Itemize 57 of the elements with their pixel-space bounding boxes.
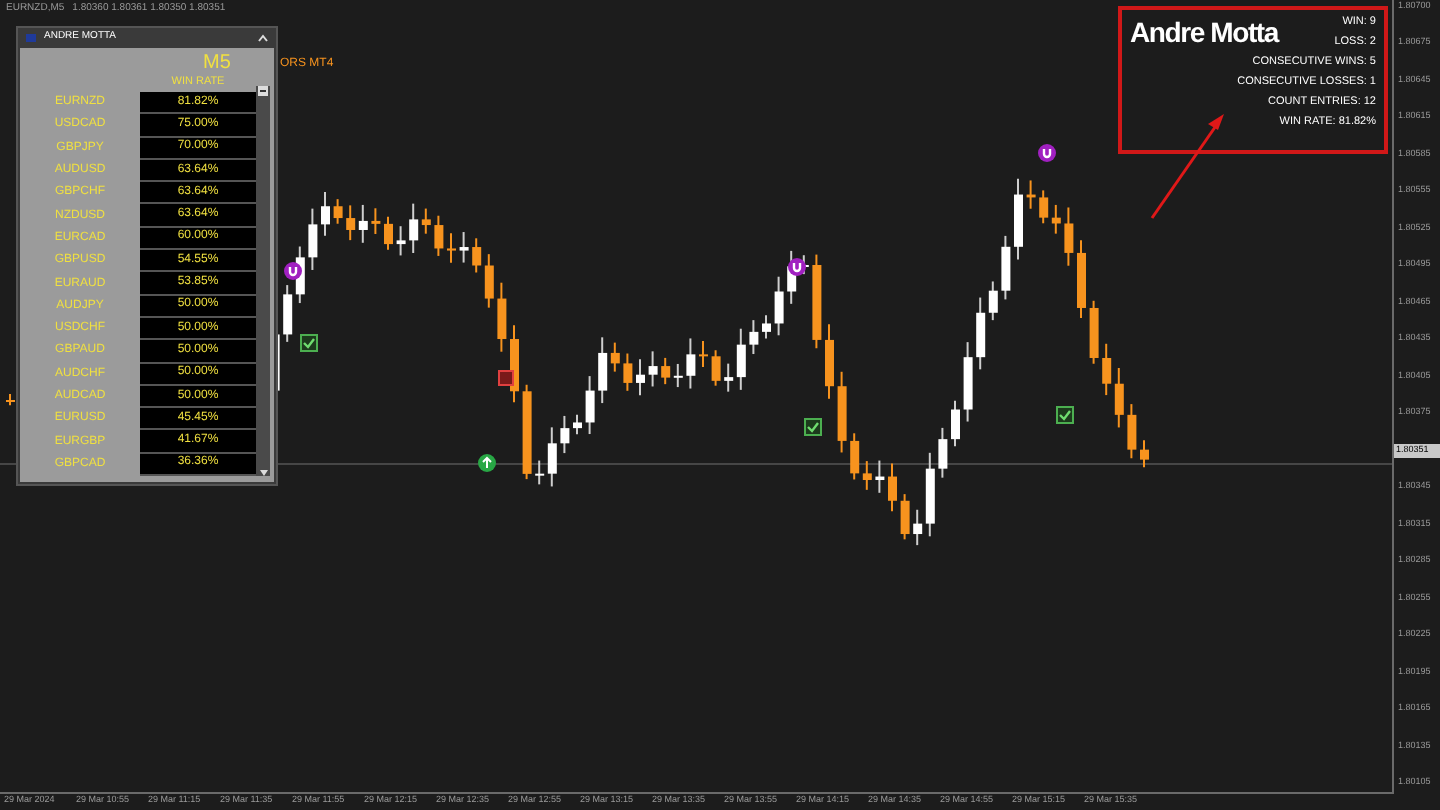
- candle: [1127, 403, 1137, 460]
- candle: [308, 207, 318, 271]
- candle: [900, 493, 910, 541]
- candle: [333, 198, 343, 225]
- candle: [875, 459, 885, 494]
- candle: [1026, 179, 1036, 210]
- horseshoe-icon: [284, 262, 302, 280]
- candle: [951, 399, 960, 448]
- candle: [837, 370, 847, 454]
- candle: [762, 314, 771, 340]
- candle: [1014, 177, 1023, 261]
- candle: [1089, 299, 1099, 365]
- candle: [371, 207, 381, 235]
- candle: [585, 375, 595, 436]
- candle: [321, 191, 330, 237]
- candle: [888, 462, 897, 513]
- candle: [396, 225, 406, 257]
- candle: [623, 352, 633, 392]
- scrollbar[interactable]: [256, 86, 270, 477]
- candle: [749, 319, 759, 356]
- candle: [522, 383, 532, 481]
- collapse-icon[interactable]: [258, 33, 268, 41]
- checkbox-icon: [1056, 406, 1074, 424]
- candle: [384, 215, 393, 251]
- flag-icon: [26, 33, 36, 41]
- candle: [711, 349, 721, 387]
- candle: [1064, 206, 1074, 267]
- candle: [497, 281, 507, 353]
- candle: [812, 253, 822, 350]
- horseshoe-icon: [1038, 144, 1056, 162]
- stats-name: Andre Motta: [1130, 16, 1278, 48]
- candle: [636, 358, 645, 397]
- candle: [6, 393, 15, 407]
- candle: [434, 214, 444, 257]
- pointer-arrow: [1148, 110, 1228, 222]
- candle: [573, 413, 582, 436]
- candle: [447, 232, 456, 264]
- candle: [648, 350, 658, 388]
- candle: [938, 426, 948, 479]
- stop-icon: [498, 370, 514, 386]
- horseshoe-icon: [788, 258, 806, 276]
- candle: [560, 414, 570, 455]
- candle: [1077, 239, 1086, 320]
- candle: [1001, 234, 1011, 301]
- timeframe-label: M5: [203, 54, 231, 74]
- checkbox-icon: [804, 418, 822, 436]
- minus-icon[interactable]: [258, 86, 268, 96]
- candle: [774, 275, 784, 337]
- up-arrow-icon: [478, 454, 496, 472]
- candle: [963, 341, 973, 423]
- checkbox-icon: [300, 334, 318, 352]
- candle: [699, 339, 708, 369]
- candle: [459, 231, 469, 264]
- down-icon[interactable]: [259, 470, 267, 477]
- candle: [686, 337, 696, 390]
- candle: [1140, 439, 1149, 469]
- candle: [825, 323, 834, 400]
